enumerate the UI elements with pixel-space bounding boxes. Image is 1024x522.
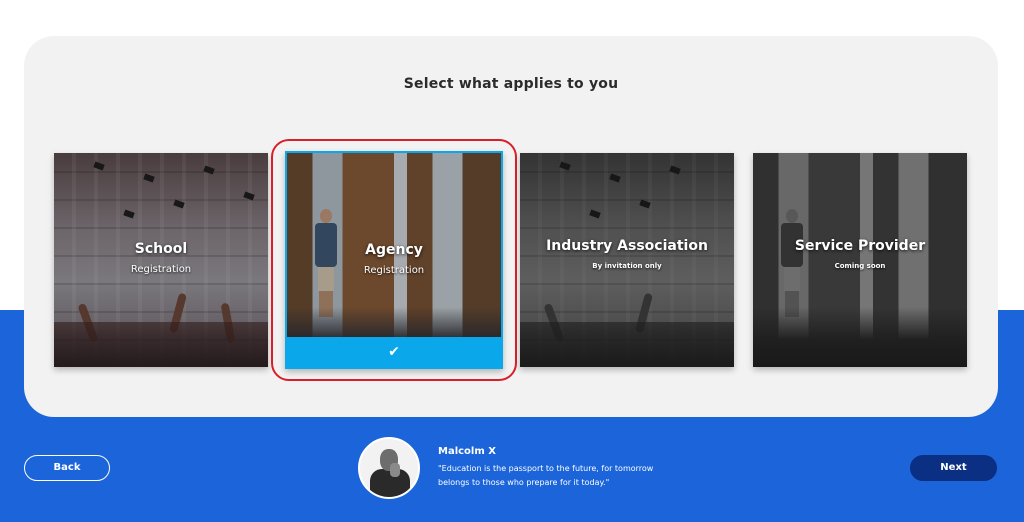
- back-button[interactable]: Back: [24, 455, 110, 481]
- card-industry-association[interactable]: Industry Association By invitation only: [520, 153, 734, 367]
- card-subtitle: Registration: [363, 265, 425, 276]
- card-school[interactable]: School Registration: [54, 153, 268, 367]
- selected-indicator: ✔: [287, 337, 501, 367]
- card-title: Agency: [365, 242, 423, 258]
- card-title: Industry Association: [546, 238, 708, 254]
- card-subtitle: Coming soon: [834, 262, 886, 270]
- card-title: Service Provider: [794, 238, 926, 254]
- card-subtitle: By invitation only: [592, 262, 662, 270]
- card-service-provider[interactable]: Service Provider Coming soon: [753, 153, 967, 367]
- card-title: School: [134, 241, 188, 257]
- next-button[interactable]: Next: [910, 455, 997, 481]
- quote-author-avatar: [358, 437, 420, 499]
- page-title: Select what applies to you: [403, 76, 619, 92]
- card-subtitle: Registration: [130, 264, 192, 275]
- card-agency[interactable]: Agency Registration ✔: [285, 151, 503, 369]
- quote-text: "Education is the passport to the future…: [438, 464, 654, 487]
- checkmark-icon: ✔: [388, 344, 400, 360]
- quote-author: Malcolm X: [438, 446, 496, 457]
